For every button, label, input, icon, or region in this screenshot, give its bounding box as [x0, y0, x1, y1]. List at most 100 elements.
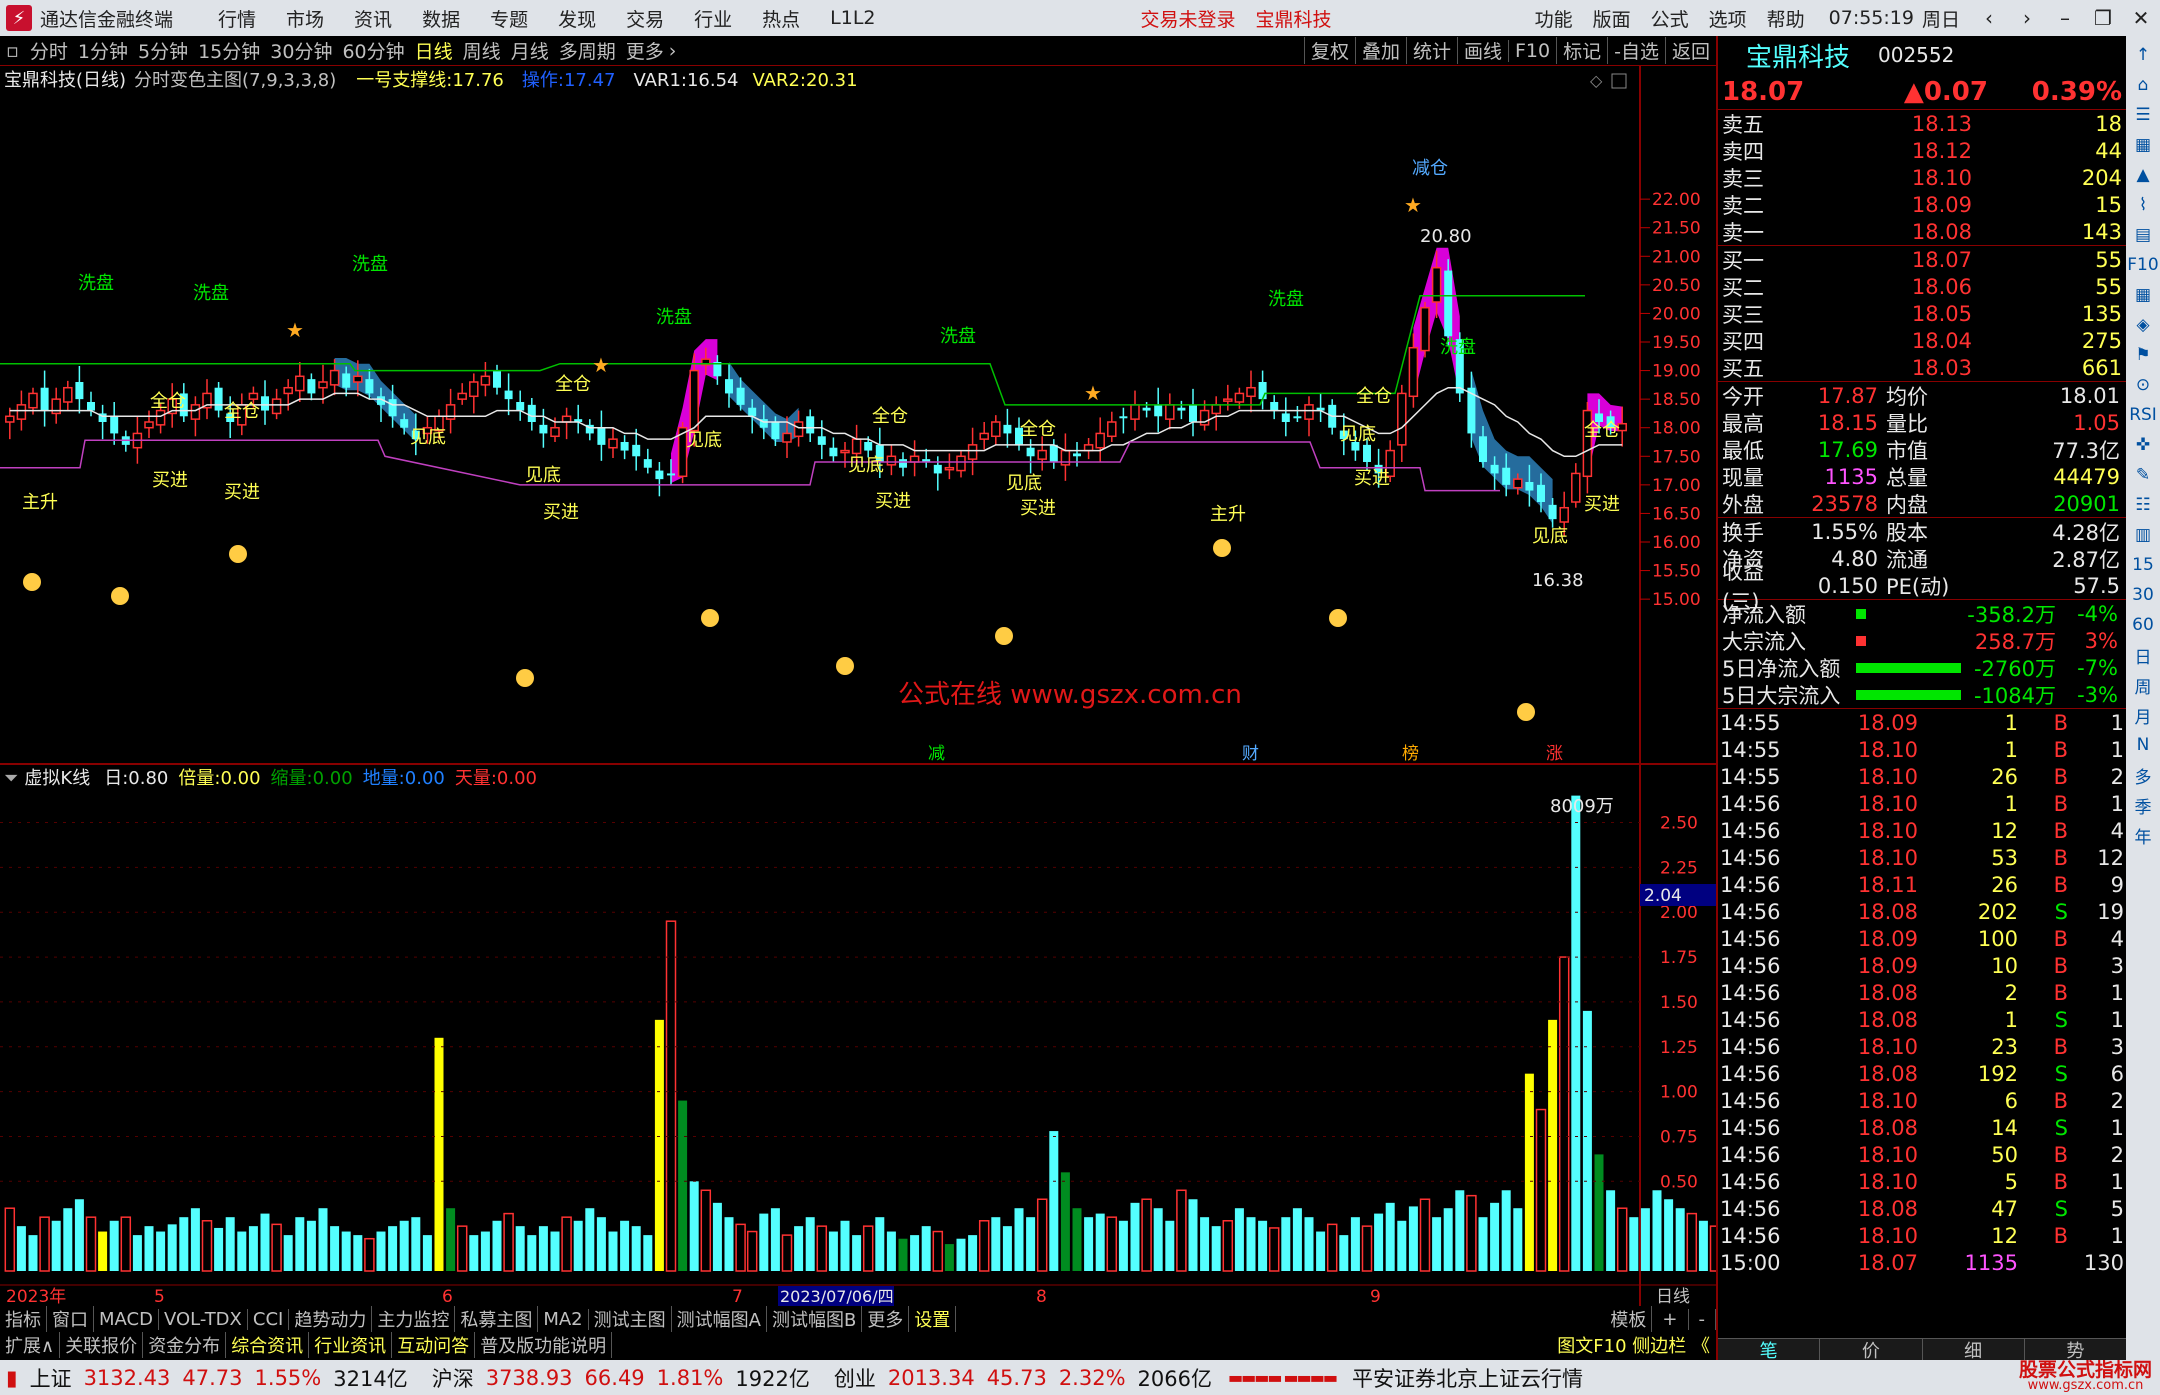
layout-square-icon[interactable]: ▫	[0, 40, 25, 62]
side-tool-icon[interactable]: ▦	[2135, 130, 2151, 160]
forward-arrow-icon[interactable]: ›	[2008, 6, 2046, 30]
side-tool-icon[interactable]: ▥	[2135, 520, 2151, 550]
indicator-tab-settings[interactable]: 设置	[909, 1306, 957, 1332]
template-button[interactable]: 模板	[1605, 1306, 1653, 1332]
indicator-tab[interactable]: 更多	[862, 1306, 910, 1332]
add-pane-button[interactable]: +	[1652, 1308, 1689, 1330]
period-tab[interactable]: 1分钟	[73, 37, 133, 64]
side-tool-icon[interactable]: ◈	[2136, 310, 2149, 340]
period-tab[interactable]: 30分钟	[265, 37, 337, 64]
info-tab[interactable]: 综合资讯	[226, 1332, 310, 1358]
side-tool-icon[interactable]: 季	[2135, 790, 2152, 820]
period-tab-more[interactable]: 更多	[621, 37, 669, 64]
side-tool-icon[interactable]: 15	[2132, 550, 2154, 580]
side-tool-icon[interactable]: ✜	[2136, 430, 2150, 460]
tool-watchlist[interactable]: -自选	[1607, 37, 1665, 64]
f10-sidebar-link[interactable]: 图文F10 侧边栏 《	[1557, 1332, 1716, 1358]
back-arrow-icon[interactable]: ‹	[1970, 6, 2008, 30]
index-name[interactable]: 创业	[828, 1363, 882, 1393]
trade-status[interactable]: 交易未登录	[1131, 5, 1246, 32]
side-tool-icon[interactable]: N	[2137, 730, 2150, 760]
info-tab[interactable]: 关联报价	[60, 1332, 144, 1358]
diamond-icon[interactable]: ◇	[1590, 71, 1603, 90]
info-tab[interactable]: 行业资讯	[309, 1332, 393, 1358]
side-tool-icon[interactable]: RSI	[2129, 400, 2157, 430]
side-tool-icon[interactable]: ↑	[2136, 40, 2150, 70]
indicator-tab[interactable]: 窗口	[47, 1306, 94, 1332]
menu-industry[interactable]: 行业	[679, 5, 747, 32]
side-tool-icon[interactable]: ⚑	[2135, 340, 2150, 370]
tool-f10[interactable]: F10	[1508, 39, 1556, 62]
indicator-tab[interactable]: 测试幅图A	[672, 1306, 767, 1332]
side-tool-icon[interactable]: ▲	[2136, 160, 2149, 190]
menu-trade[interactable]: 交易	[611, 5, 679, 32]
side-tool-icon[interactable]: 年	[2135, 820, 2152, 850]
tool-stats[interactable]: 统计	[1405, 37, 1457, 64]
side-tool-icon[interactable]: ☰	[2135, 100, 2150, 130]
side-tool-icon[interactable]: ✎	[2136, 460, 2150, 490]
side-tool-icon[interactable]: ▦	[2135, 280, 2151, 310]
indicator-tab[interactable]: 测试主图	[589, 1306, 672, 1332]
indicator-tab[interactable]: 主力监控	[372, 1306, 456, 1332]
tool-overlay[interactable]: 叠加	[1354, 37, 1406, 64]
side-tool-icon[interactable]: F10	[2127, 250, 2158, 280]
menu-help[interactable]: 帮助	[1757, 5, 1815, 32]
side-tool-icon[interactable]: 60	[2132, 610, 2154, 640]
tool-draw[interactable]: 画线	[1456, 37, 1508, 64]
tool-adjust[interactable]: 复权	[1303, 37, 1355, 64]
side-tool-icon[interactable]: 月	[2135, 700, 2152, 730]
menu-quotes[interactable]: 行情	[203, 5, 271, 32]
side-tool-icon[interactable]: ⌇	[2139, 190, 2147, 220]
period-tab[interactable]: 15分钟	[193, 37, 265, 64]
menu-market[interactable]: 市场	[271, 5, 339, 32]
indicator-tab[interactable]: CCI	[248, 1308, 290, 1330]
period-tab-daily[interactable]: 日线	[410, 37, 458, 64]
side-tool-icon[interactable]: 日	[2135, 640, 2152, 670]
menu-function[interactable]: 功能	[1525, 5, 1583, 32]
side-tool-icon[interactable]: ☷	[2135, 490, 2150, 520]
kline-chart[interactable]: 洗盘 洗盘洗盘洗盘洗盘洗盘洗盘减仓全仓 全仓全仓全仓全仓全仓全仓见底 见底见底 见底见底…	[0, 66, 1716, 1306]
menu-hot[interactable]: 热点	[747, 5, 815, 32]
indicator-tab[interactable]: 趋势动力	[289, 1306, 373, 1332]
tool-back[interactable]: 返回	[1664, 37, 1716, 64]
indicator-tab[interactable]: 指标	[0, 1306, 47, 1332]
menu-layout[interactable]: 版面	[1583, 5, 1641, 32]
info-tab[interactable]: 资金分布	[143, 1332, 227, 1358]
menu-discover[interactable]: 发现	[543, 5, 611, 32]
menu-data[interactable]: 数据	[407, 5, 475, 32]
indicator-tab[interactable]: MACD	[94, 1308, 159, 1330]
event-tag[interactable]: 榜	[1402, 744, 1419, 764]
menu-l1l2[interactable]: L1L2	[815, 7, 890, 29]
minimize-icon[interactable]: –	[2046, 6, 2084, 30]
side-tool-icon[interactable]: ⊙	[2136, 370, 2150, 400]
menu-options[interactable]: 选项	[1699, 5, 1757, 32]
side-tool-icon[interactable]: 周	[2135, 670, 2152, 700]
side-tool-icon[interactable]: 30	[2132, 580, 2154, 610]
menu-topics[interactable]: 专题	[475, 5, 543, 32]
index-name[interactable]: 上证	[24, 1363, 78, 1393]
close-icon[interactable]: ✕	[2122, 6, 2160, 30]
side-tool-icon[interactable]: ▤	[2135, 220, 2151, 250]
period-tab[interactable]: 月线	[506, 37, 554, 64]
event-tag[interactable]: 减	[928, 744, 945, 764]
period-tab[interactable]: 60分钟	[337, 37, 409, 64]
chevron-right-icon[interactable]: ›	[669, 40, 677, 62]
event-tag[interactable]: 涨	[1546, 744, 1563, 764]
indicator-tab[interactable]: MA2	[538, 1308, 589, 1330]
indicator-tab[interactable]: 私募主图	[455, 1306, 539, 1332]
tool-mark[interactable]: 标记	[1556, 37, 1607, 64]
index-name[interactable]: 沪深	[426, 1363, 480, 1393]
menu-news[interactable]: 资讯	[339, 5, 407, 32]
side-tool-icon[interactable]: ⌂	[2138, 70, 2149, 100]
indicator-tab[interactable]: VOL-TDX	[159, 1308, 248, 1330]
side-tool-icon[interactable]: 多	[2135, 760, 2152, 790]
period-tab[interactable]: 多周期	[554, 37, 621, 64]
indicator-tab[interactable]: 测试幅图B	[767, 1306, 863, 1332]
remove-pane-button[interactable]: -	[1689, 1308, 1716, 1330]
menu-formula[interactable]: 公式	[1641, 5, 1699, 32]
restore-icon[interactable]: ❐	[2084, 6, 2122, 30]
period-tab[interactable]: 分时	[25, 37, 73, 64]
period-tab[interactable]: 周线	[458, 37, 506, 64]
info-tab[interactable]: 普及版功能说明	[475, 1332, 613, 1358]
info-tab[interactable]: 互动问答	[392, 1332, 476, 1358]
